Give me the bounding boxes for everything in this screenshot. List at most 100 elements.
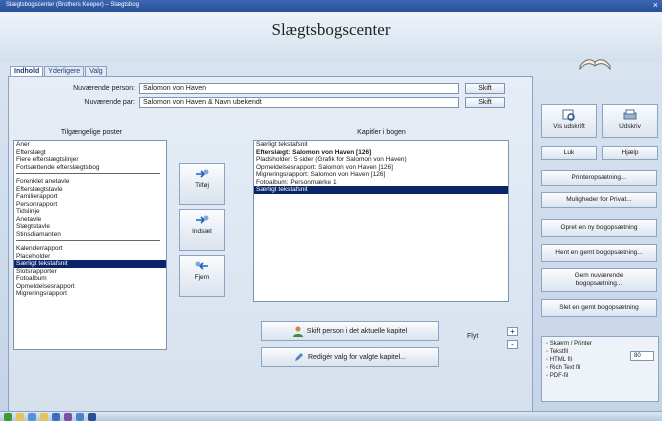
save-book-setup-button[interactable]: Gem nuværende bogopsætning...: [541, 268, 657, 292]
list-item[interactable]: Anetavle: [14, 216, 166, 224]
title-bar: Slægtsbogscenter (Brothers Keeper) – Slæ…: [0, 0, 662, 12]
start-icon[interactable]: [4, 413, 12, 421]
move-down-button[interactable]: -: [507, 340, 518, 349]
chapter-item-selected[interactable]: Særligt tekstafsnit: [254, 186, 508, 194]
list-item[interactable]: Efterslægtstavle: [14, 186, 166, 194]
change-person-in-chapter-button[interactable]: Skift person i det aktuelle kapitel: [261, 321, 439, 341]
list-item[interactable]: Opmeldelsesrapport: [14, 283, 166, 291]
taskbar: [0, 411, 662, 421]
preview-icon: [562, 109, 575, 121]
insert-button[interactable]: Indsæt: [179, 209, 225, 251]
change-person-in-chapter-label: Skift person i det aktuelle kapitel: [306, 327, 408, 335]
width-field[interactable]: 80: [630, 351, 654, 361]
new-book-setup-button[interactable]: Opret en ny bogopsætning: [541, 219, 657, 237]
output-radio[interactable]: ◦ Rich Text fil: [546, 364, 654, 372]
app-icon[interactable]: [76, 413, 84, 421]
change-person-button[interactable]: Skift: [465, 83, 505, 94]
print-label: Udskriv: [619, 123, 641, 130]
close-button[interactable]: Luk: [541, 146, 597, 160]
remove-arrow-icon: [195, 261, 208, 270]
close-icon[interactable]: ×: [653, 0, 658, 10]
list-item[interactable]: Migreringsrapport: [14, 290, 166, 298]
current-pair-field: Salomon von Haven & Navn ubekendt: [139, 97, 459, 108]
list-divider: [16, 171, 160, 174]
output-label: Skærm / Printer: [549, 341, 592, 347]
current-pair-label: Nuværende par:: [84, 99, 135, 106]
delete-book-setup-button[interactable]: Slet en gemt bogopsætning: [541, 299, 657, 317]
list-item[interactable]: Fortsættende efterslægtsbog: [14, 164, 166, 172]
list-item[interactable]: Kalenderrapport: [14, 245, 166, 253]
help-button[interactable]: Hjælp: [602, 146, 658, 160]
output-label: Rich Text fil: [549, 365, 581, 371]
book-icon: [579, 59, 611, 70]
edit-chapter-options-label: Redigér valg for valgte kapitel...: [307, 353, 407, 361]
private-options-button[interactable]: Muligheder for Privat...: [541, 192, 657, 208]
edit-icon: [294, 353, 303, 361]
show-printout-button[interactable]: Vis udskrift: [541, 104, 597, 138]
current-person-field: Salomon von Haven: [139, 83, 459, 94]
tab-indhold[interactable]: Indhold: [10, 66, 44, 76]
folder-icon[interactable]: [16, 413, 24, 421]
output-label: PDF-fil: [549, 373, 569, 379]
folder-icon[interactable]: [40, 413, 48, 421]
chapter-item[interactable]: Pladsholder: 5 sider (Grafik for Salomon…: [254, 156, 508, 164]
add-button[interactable]: Tilføj: [179, 163, 225, 205]
tab-valg[interactable]: Valg: [85, 66, 107, 76]
remove-button[interactable]: Fjern: [179, 255, 225, 297]
edit-chapter-options-button[interactable]: Redigér valg for valgte kapitel...: [261, 347, 439, 367]
browser-icon[interactable]: [52, 413, 60, 421]
move-label: Flyt: [467, 333, 479, 340]
add-button-label: Tilføj: [195, 182, 209, 189]
change-pair-button[interactable]: Skift: [465, 97, 505, 108]
load-book-setup-button[interactable]: Hent en gemt bogopsætning...: [541, 244, 657, 262]
right-panel: Vis udskrift Udskriv Luk Hjælp Printerop…: [540, 59, 662, 412]
content-panel: Nuværende person: Salomon von Haven Skif…: [8, 76, 533, 412]
chapter-item[interactable]: Efterslægt: Salomon von Haven [126]: [254, 149, 508, 157]
list-item[interactable]: Flere efterslægtslinjer: [14, 156, 166, 164]
list-divider: [16, 238, 160, 241]
person-icon: [292, 326, 303, 337]
list-item[interactable]: Efterslægt: [14, 149, 166, 157]
list-item[interactable]: Stinsdiamanten: [14, 231, 166, 239]
list-item[interactable]: Familierapport: [14, 193, 166, 201]
list-item[interactable]: Slotsrapporter: [14, 268, 166, 276]
application-window: Slægtsbogscenter (Brothers Keeper) – Slæ…: [0, 0, 662, 421]
output-label: HTML fil: [549, 357, 572, 363]
app-icon[interactable]: [64, 413, 72, 421]
chapter-item[interactable]: Særligt tekstafsnit: [254, 141, 508, 149]
output-radio[interactable]: ◦ PDF-fil: [546, 372, 654, 380]
chapters-list[interactable]: Særligt tekstafsnit Efterslægt: Salomon …: [253, 140, 509, 302]
chapter-item[interactable]: Fotoalbum: Personmærke 1: [254, 179, 508, 187]
chapters-header: Kapitler i bogen: [357, 129, 406, 136]
tab-yderligere[interactable]: Yderligere: [44, 66, 85, 76]
show-printout-label: Vis udskrift: [553, 123, 585, 130]
list-item[interactable]: Fotoalbum: [14, 275, 166, 283]
printer-icon: [623, 109, 637, 120]
tab-bar: Indhold Yderligere Valg: [10, 66, 107, 76]
page-title: Slægtsbogscenter: [271, 20, 391, 39]
output-options: ◦ Skærm / Printer ◦ Tekstfil ◦ HTML fil …: [541, 336, 659, 402]
insert-button-label: Indsæt: [192, 228, 212, 235]
list-item[interactable]: Forenklet anetavle: [14, 178, 166, 186]
window-title: Slægtsbogscenter (Brothers Keeper) – Slæ…: [6, 2, 140, 8]
output-radio[interactable]: ◦ Skærm / Printer: [546, 340, 654, 348]
list-item[interactable]: Slægtstavle: [14, 223, 166, 231]
available-list[interactable]: Aner Efterslægt Flere efterslægtslinjer …: [13, 140, 167, 350]
list-item[interactable]: Placeholder: [14, 253, 166, 261]
app-icon[interactable]: [28, 413, 36, 421]
chapter-item[interactable]: Migreringsrapport: Salomon von Haven [12…: [254, 171, 508, 179]
current-person-label: Nuværende person:: [73, 85, 135, 92]
list-item[interactable]: Tidslinje: [14, 208, 166, 216]
add-arrow-icon: [196, 169, 209, 178]
chapter-item[interactable]: Opmeldelsesrapport: Salomon von Haven [1…: [254, 164, 508, 172]
printer-setup-button[interactable]: Printeropsætning...: [541, 170, 657, 186]
print-button[interactable]: Udskriv: [602, 104, 658, 138]
insert-arrow-icon: [196, 215, 209, 224]
list-item[interactable]: Personrapport: [14, 201, 166, 209]
output-label: Tekstfil: [549, 349, 569, 355]
available-header: Tilgængelige poster: [60, 129, 123, 136]
move-up-button[interactable]: +: [507, 327, 518, 336]
list-item-selected[interactable]: Særligt tekstafsnit: [14, 260, 166, 268]
app-icon[interactable]: [88, 413, 96, 421]
list-item[interactable]: Aner: [14, 141, 166, 149]
